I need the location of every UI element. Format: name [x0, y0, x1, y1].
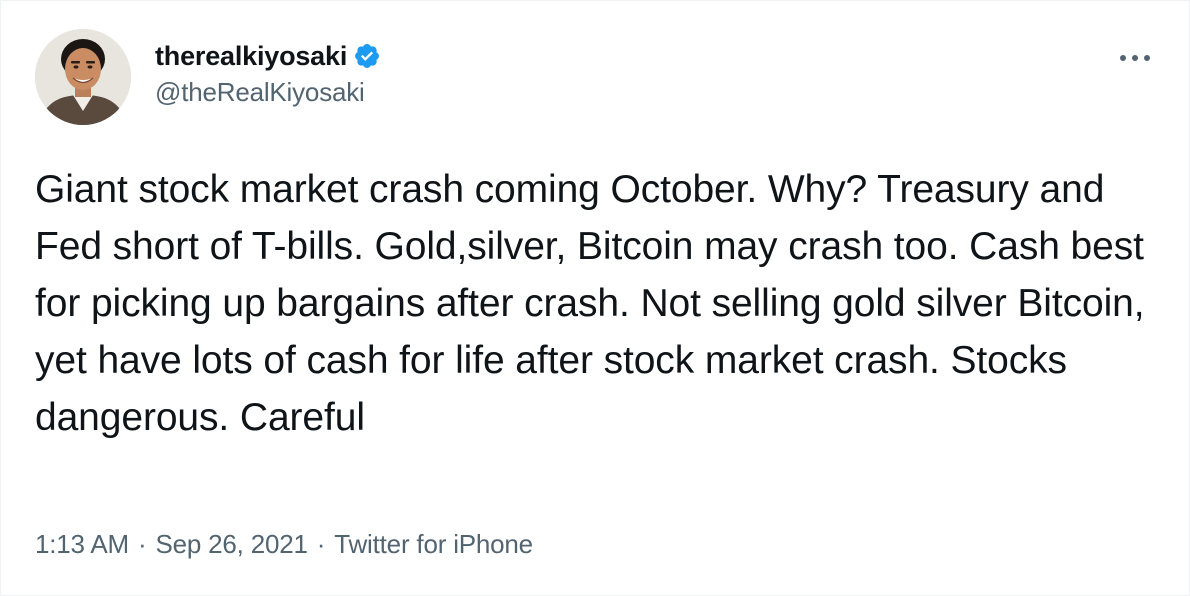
- verified-badge-icon: [353, 42, 381, 70]
- avatar-photo: [35, 29, 131, 125]
- more-options-button[interactable]: [1115, 45, 1155, 71]
- more-horizontal-icon: [1120, 55, 1150, 61]
- meta-separator: ·: [316, 529, 326, 559]
- tweet-card: therealkiyosaki @theRealKiyosaki Giant s…: [0, 0, 1190, 596]
- tweet-time[interactable]: 1:13 AM: [35, 529, 129, 560]
- tweet-text: Giant stock market crash coming October.…: [35, 168, 1145, 439]
- author-block: therealkiyosaki @theRealKiyosaki: [155, 39, 381, 108]
- meta-separator: ·: [138, 529, 147, 559]
- user-handle[interactable]: @theRealKiyosaki: [155, 77, 381, 108]
- tweet-meta: 1:13 AM · Sep 26, 2021 · Twitter for iPh…: [35, 529, 533, 560]
- display-name-row: therealkiyosaki: [155, 39, 381, 73]
- tweet-header: therealkiyosaki @theRealKiyosaki: [35, 29, 1155, 129]
- avatar[interactable]: [35, 29, 131, 125]
- display-name[interactable]: therealkiyosaki: [155, 41, 347, 72]
- tweet-date[interactable]: Sep 26, 2021: [155, 529, 307, 560]
- tweet-source[interactable]: Twitter for iPhone: [334, 529, 533, 560]
